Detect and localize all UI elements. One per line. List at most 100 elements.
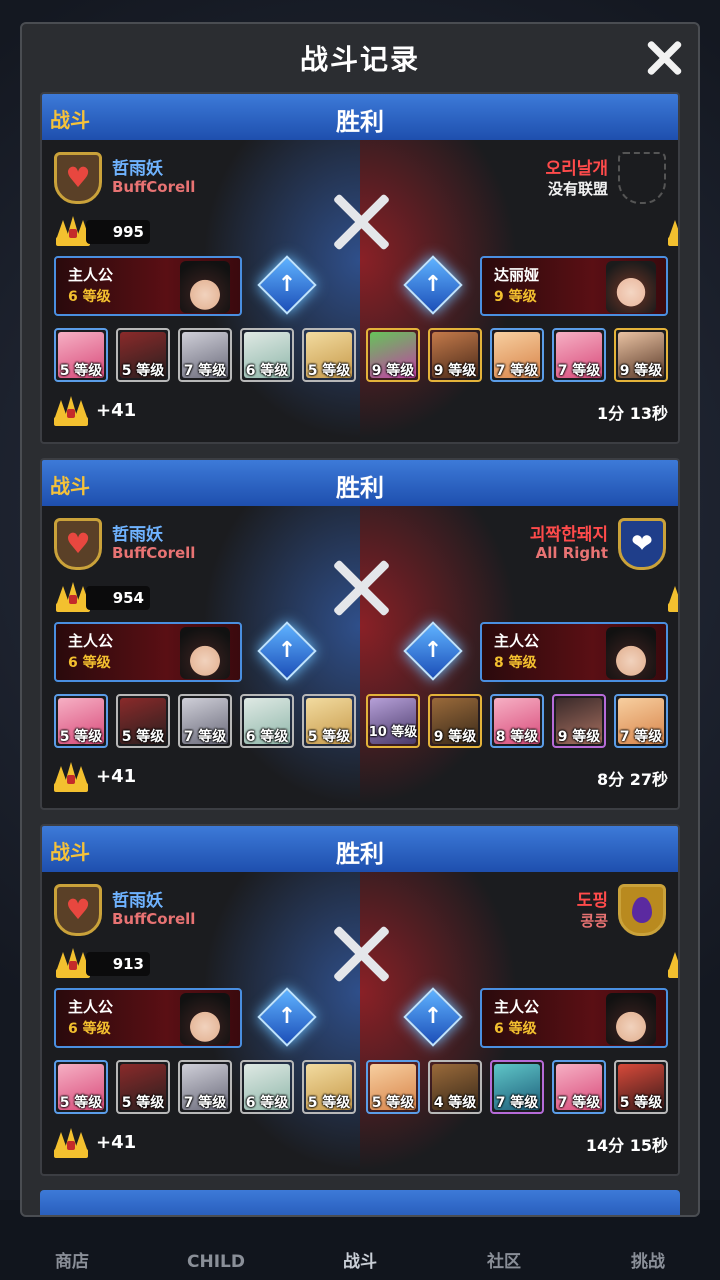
guild-emblem-heart-icon: ♥ xyxy=(54,152,102,204)
unit-level: 5 等级 xyxy=(307,363,351,379)
right-skill-badge-icon[interactable]: ↑ xyxy=(403,621,463,681)
unit-slot[interactable]: 7 等级 xyxy=(490,328,544,382)
reward-value: +41 xyxy=(96,400,137,421)
unit-level: 5 等级 xyxy=(121,363,165,379)
unit-slot[interactable]: 5 等级 xyxy=(116,328,170,382)
battle-record-card[interactable]: 战斗 胜利 ♥ 哲雨妖 BuffCorell 오리날개 没有联盟 995 103… xyxy=(40,92,680,444)
unit-slot[interactable]: 5 等级 xyxy=(116,694,170,748)
unit-slot[interactable]: 6 等级 xyxy=(240,694,294,748)
left-hero-card[interactable]: 主人公 6 等级 xyxy=(54,256,242,316)
modal-title: 战斗记录 xyxy=(299,43,420,76)
unit-slot[interactable]: 5 等级 xyxy=(302,328,356,382)
unit-slot[interactable]: 7 等级 xyxy=(614,694,668,748)
left-skill-badge-icon[interactable]: ↑ xyxy=(257,255,317,315)
right-skill-badge-icon[interactable]: ↑ xyxy=(403,987,463,1047)
right-hero-card[interactable]: 达丽娅 9 等级 xyxy=(480,256,668,316)
empty-guild-emblem-icon xyxy=(618,152,666,204)
battle-duration: 8分 27秒 xyxy=(597,770,668,789)
unit-slot[interactable]: 7 等级 xyxy=(552,1060,606,1114)
crown-icon xyxy=(54,1128,88,1158)
card-header: 战斗 胜利 xyxy=(42,826,678,872)
unit-slot[interactable]: 5 等级 xyxy=(54,694,108,748)
unit-slot[interactable]: 9 等级 xyxy=(428,328,482,382)
left-skill-badge-icon[interactable]: ↑ xyxy=(257,621,317,681)
unit-level: 6 等级 xyxy=(245,1095,289,1111)
unit-slot[interactable]: 8 等级 xyxy=(490,694,544,748)
unit-level: 9 等级 xyxy=(619,363,663,379)
unit-slot[interactable]: 7 等级 xyxy=(490,1060,544,1114)
left-skill-badge-icon[interactable]: ↑ xyxy=(257,987,317,1047)
unit-level: 5 等级 xyxy=(121,1095,165,1111)
battle-record-card[interactable]: 战斗 胜利 ♥ 哲雨妖 BuffCorell ❤ 괴짝한돼지 All Right… xyxy=(40,458,680,810)
battle-result: 胜利 xyxy=(336,840,384,868)
reward-value: +41 xyxy=(96,766,137,787)
unit-slot[interactable]: 7 等级 xyxy=(552,328,606,382)
hero-portrait xyxy=(606,993,656,1045)
guild-emblem-heart-icon: ♥ xyxy=(54,518,102,570)
unit-slot[interactable]: 10 等级 xyxy=(366,694,420,748)
battle-result: 胜利 xyxy=(336,474,384,502)
nav-challenge[interactable]: 挑战 xyxy=(588,1247,708,1272)
nav-child[interactable]: CHILD xyxy=(156,1252,276,1272)
unit-level: 5 等级 xyxy=(307,729,351,745)
unit-slot[interactable]: 9 等级 xyxy=(366,328,420,382)
unit-level: 7 等级 xyxy=(557,363,601,379)
crossed-swords-icon xyxy=(326,190,396,254)
unit-slot[interactable]: 5 等级 xyxy=(116,1060,170,1114)
hero-level: 6 等级 xyxy=(68,289,111,305)
next-record-card-peek[interactable] xyxy=(40,1190,680,1215)
hero-name: 主人公 xyxy=(494,632,540,650)
unit-slot[interactable]: 5 等级 xyxy=(54,328,108,382)
hero-name: 主人公 xyxy=(68,266,114,284)
crown-icon xyxy=(54,762,88,792)
crown-icon xyxy=(668,216,678,246)
unit-slot[interactable]: 9 等级 xyxy=(428,694,482,748)
card-header: 战斗 胜利 xyxy=(42,94,678,140)
crown-icon xyxy=(56,216,90,246)
right-hero-card[interactable]: 主人公 8 等级 xyxy=(480,622,668,682)
unit-slot[interactable]: 7 等级 xyxy=(178,328,232,382)
nav-battle[interactable]: 战斗 xyxy=(300,1247,420,1272)
unit-slot[interactable]: 7 等级 xyxy=(178,1060,232,1114)
guild-emblem-wing-icon: ❤ xyxy=(618,518,666,570)
left-hero-card[interactable]: 主人公 6 等级 xyxy=(54,622,242,682)
unit-slot[interactable]: 6 等级 xyxy=(240,328,294,382)
unit-slot[interactable]: 5 等级 xyxy=(302,694,356,748)
right-player-guild: 没有联盟 xyxy=(547,180,608,198)
score-value: 913 xyxy=(86,952,150,976)
unit-slot[interactable]: 6 等级 xyxy=(240,1060,294,1114)
hero-portrait xyxy=(180,627,230,679)
unit-slot[interactable]: 5 等级 xyxy=(302,1060,356,1114)
right-unit-list: 9 等级 9 等级 7 等级 7 等级 9 等级 xyxy=(366,328,668,384)
hero-name: 达丽娅 xyxy=(494,266,540,284)
battle-record-card[interactable]: 战斗 胜利 ♥ 哲雨妖 BuffCorell 도핑 콩콩 913 933 主人公… xyxy=(40,824,680,1176)
unit-level: 5 等级 xyxy=(371,1095,415,1111)
hero-portrait xyxy=(180,993,230,1045)
close-icon[interactable] xyxy=(644,38,684,78)
left-player-guild: BuffCorell xyxy=(112,910,196,928)
nav-shop[interactable]: 商店 xyxy=(12,1247,132,1272)
right-player-guild: 콩콩 xyxy=(580,912,608,930)
unit-slot[interactable]: 5 等级 xyxy=(54,1060,108,1114)
hero-level: 8 等级 xyxy=(494,655,537,671)
nav-community[interactable]: 社区 xyxy=(444,1247,564,1272)
unit-level: 9 等级 xyxy=(433,729,477,745)
unit-slot[interactable]: 4 等级 xyxy=(428,1060,482,1114)
unit-slot[interactable]: 9 等级 xyxy=(614,328,668,382)
unit-slot[interactable]: 5 等级 xyxy=(614,1060,668,1114)
unit-slot[interactable]: 9 等级 xyxy=(552,694,606,748)
vs-glow xyxy=(202,872,518,1172)
unit-slot[interactable]: 7 等级 xyxy=(178,694,232,748)
right-skill-badge-icon[interactable]: ↑ xyxy=(403,255,463,315)
unit-level: 7 等级 xyxy=(557,1095,601,1111)
crown-icon xyxy=(56,582,90,612)
left-hero-card[interactable]: 主人公 6 等级 xyxy=(54,988,242,1048)
hero-name: 主人公 xyxy=(68,998,114,1016)
unit-level: 7 等级 xyxy=(619,729,663,745)
unit-slot[interactable]: 5 等级 xyxy=(366,1060,420,1114)
left-unit-list: 5 等级 5 等级 7 等级 6 等级 5 等级 xyxy=(54,328,356,384)
unit-level: 8 等级 xyxy=(495,729,539,745)
right-hero-card[interactable]: 主人公 6 等级 xyxy=(480,988,668,1048)
right-player-name: 오리날개 xyxy=(545,159,608,179)
record-list[interactable]: 战斗 胜利 ♥ 哲雨妖 BuffCorell 오리날개 没有联盟 995 103… xyxy=(40,92,680,1215)
